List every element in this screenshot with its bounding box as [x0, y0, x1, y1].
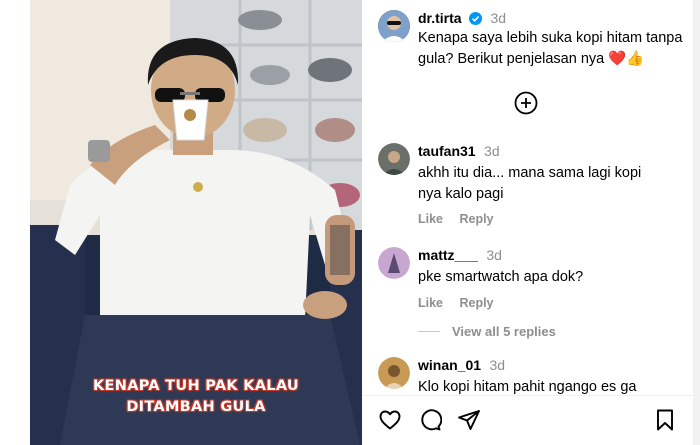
comment-actions: Like Reply [418, 210, 494, 228]
comment-username[interactable]: taufan31 [418, 143, 476, 159]
video-overlay-line-1: KENAPA TUH PAK KALAU [93, 378, 299, 394]
left-gutter [0, 0, 30, 445]
author-username[interactable]: dr.tirta [418, 10, 462, 26]
post-author-line: dr.tirta 3d [418, 10, 506, 30]
comment-header: winan_01 3d [418, 357, 505, 375]
post-action-bar [362, 395, 693, 445]
author-avatar[interactable] [378, 10, 410, 42]
commenter-avatar[interactable] [378, 143, 410, 175]
view-replies-button[interactable]: View all 5 replies [418, 324, 556, 339]
comment-username[interactable]: mattz___ [418, 247, 478, 263]
post-caption: Kenapa saya lebih suka kopi hitam tanpa … [418, 30, 683, 67]
replies-divider-line [418, 331, 440, 332]
comment-text: akhh itu dia... mana sama lagi kopi nya … [418, 165, 642, 202]
view-replies-label: View all 5 replies [452, 324, 556, 339]
comment-header: taufan31 3d [418, 143, 500, 161]
comment-time: 3d [489, 357, 506, 373]
comment-item: winan_01 3d Klo kopi hitam pahit ngango … [378, 357, 678, 397]
commenter-avatar[interactable] [378, 357, 410, 389]
comment-header: mattz___ 3d [418, 247, 502, 265]
post-time: 3d [490, 10, 507, 26]
bookmark-icon[interactable] [653, 408, 677, 432]
reply-comment-button[interactable]: Reply [459, 212, 493, 226]
comment-time: 3d [484, 143, 500, 159]
video-overlay-line-2: DITAMBAH GULA [126, 399, 266, 415]
like-comment-button[interactable]: Like [418, 212, 443, 226]
heart-icon[interactable] [378, 408, 402, 432]
comment-time: 3d [486, 247, 502, 263]
comment-item: taufan31 3d akhh itu dia... mana sama la… [378, 143, 678, 233]
reply-comment-button[interactable]: Reply [459, 296, 493, 310]
share-icon[interactable] [457, 408, 481, 432]
comment-actions: Like Reply [418, 294, 494, 312]
page-scroll-edge [693, 0, 700, 445]
comment-icon[interactable] [418, 408, 443, 432]
comment-username[interactable]: winan_01 [418, 357, 481, 373]
commenter-avatar[interactable] [378, 247, 410, 279]
post-details-panel: dr.tirta 3d Kenapa saya lebih suka kopi … [362, 0, 693, 445]
author-avatar-image [378, 10, 410, 42]
post-video[interactable]: KENAPA TUH PAK KALAU DITAMBAH GULA [30, 0, 362, 445]
watch [88, 140, 110, 162]
like-comment-button[interactable]: Like [418, 296, 443, 310]
add-comment-plus-icon[interactable] [514, 91, 538, 115]
comment-item: mattz___ 3d pke smartwatch apa dok? Like… [378, 247, 678, 317]
comment-text: pke smartwatch apa dok? [418, 269, 584, 285]
